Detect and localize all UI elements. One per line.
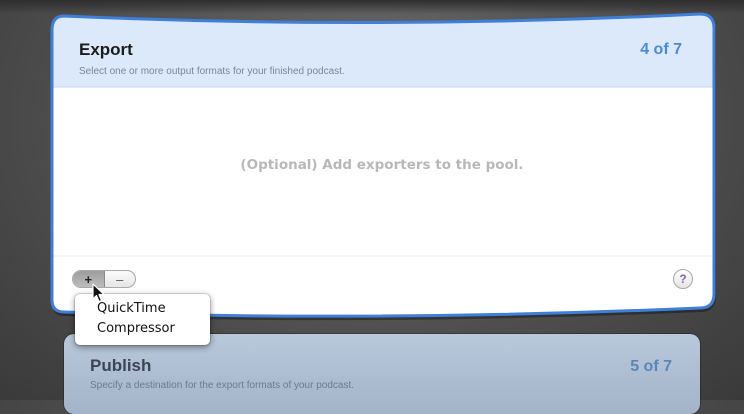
- export-step-subtitle: Select one or more output formats for yo…: [79, 66, 345, 77]
- menu-item-compressor[interactable]: Compressor: [75, 319, 210, 339]
- export-step-title: Export: [79, 40, 133, 59]
- export-step-counter: 4 of 7: [640, 41, 682, 58]
- exporter-pool-placeholder: (Optional) Add exporters to the pool.: [240, 157, 524, 173]
- help-button[interactable]: ?: [673, 269, 693, 289]
- question-mark-icon: ?: [679, 272, 687, 286]
- arrow-cursor-icon: [92, 283, 105, 303]
- remove-exporter-button[interactable]: –: [105, 271, 136, 287]
